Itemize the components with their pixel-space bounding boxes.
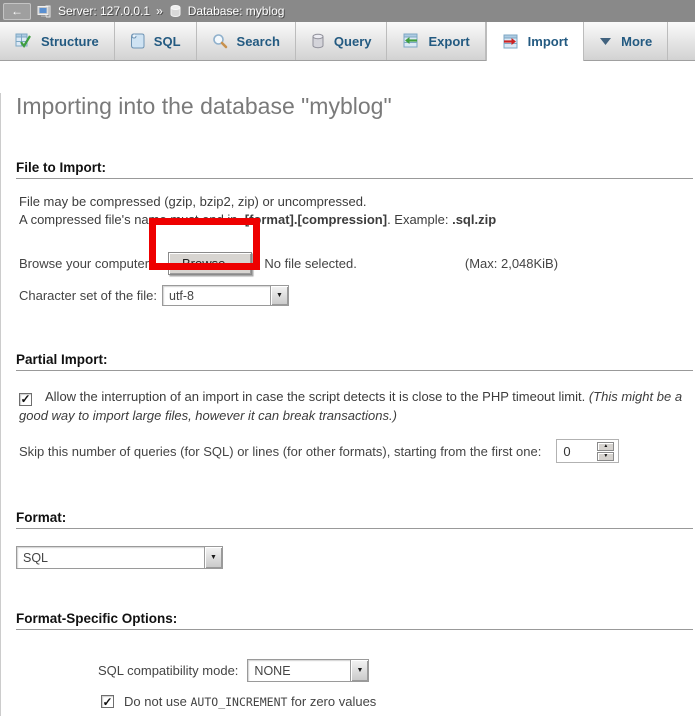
charset-selected-value: utf-8 [163, 286, 270, 305]
browse-row: Browse your computer: Browse… No file se… [19, 250, 693, 276]
allow-interruption-checkbox[interactable]: ✓ [19, 393, 32, 406]
skip-queries-label: Skip this number of queries (for SQL) or… [19, 444, 541, 459]
spinner-up-button[interactable]: ▲ [597, 442, 614, 451]
skip-queries-row: Skip this number of queries (for SQL) or… [19, 438, 693, 464]
allow-interruption-row: ✓ Allow the interruption of an import in … [19, 387, 691, 425]
tab-label: Export [428, 34, 469, 49]
auto-increment-row: ✓ Do not use AUTO_INCREMENT for zero val… [101, 694, 693, 709]
spinner-down-icon: ▼ [603, 454, 608, 459]
import-icon [502, 34, 519, 50]
auto-increment-label: Do not use AUTO_INCREMENT for zero value… [124, 694, 376, 709]
format-selected-value: SQL [17, 547, 204, 568]
tab-more[interactable]: More [584, 22, 668, 60]
section-heading-file-to-import: File to Import: [16, 160, 693, 179]
tab-label: Search [237, 34, 280, 49]
page-title: Importing into the database "myblog" [16, 93, 693, 120]
section-heading-partial-import: Partial Import: [16, 352, 693, 371]
browse-label: Browse your computer: [19, 256, 168, 271]
max-upload-size: (Max: 2,048KiB) [465, 256, 558, 271]
back-arrow-button[interactable]: ← [3, 3, 31, 20]
section-heading-format-specific: Format-Specific Options: [16, 611, 693, 630]
main-content: Importing into the database "myblog" Fil… [0, 93, 695, 716]
sql-compatibility-row: SQL compatibility mode: NONE ▼ [98, 659, 693, 682]
server-icon [37, 4, 52, 19]
tab-bar: Structure SQL Search Query [0, 22, 695, 61]
skip-queries-input[interactable]: 0 ▲ ▼ [556, 439, 619, 463]
search-icon [212, 33, 228, 49]
database-icon [169, 4, 182, 18]
tab-label: Structure [41, 34, 99, 49]
charset-label: Character set of the file: [19, 288, 162, 303]
checkmark-icon: ✓ [102, 696, 112, 708]
breadcrumb-server[interactable]: Server: 127.0.0.1 [58, 4, 150, 18]
format-row: SQL ▼ [16, 546, 693, 569]
tab-structure[interactable]: Structure [0, 22, 115, 60]
compression-info-line1: File may be compressed (gzip, bzip2, zip… [19, 193, 693, 211]
auto-increment-keyword: AUTO_INCREMENT [191, 695, 288, 709]
tab-export[interactable]: Export [387, 22, 485, 60]
auto-increment-checkbox[interactable]: ✓ [101, 695, 114, 708]
breadcrumb-bar: ← Server: 127.0.0.1 » Database: myblog [0, 0, 695, 22]
checkmark-icon: ✓ [20, 393, 30, 405]
tab-label: SQL [154, 34, 181, 49]
spinner-up-icon: ▲ [603, 444, 608, 449]
query-icon [311, 33, 325, 49]
dropdown-arrow-icon[interactable]: ▼ [270, 286, 288, 305]
skip-queries-value: 0 [557, 444, 597, 459]
sql-compatibility-value: NONE [248, 660, 350, 681]
tab-label: Query [334, 34, 372, 49]
tab-query[interactable]: Query [296, 22, 388, 60]
export-icon [402, 33, 419, 49]
tab-label: Import [528, 34, 568, 49]
chevron-down-icon [599, 37, 612, 46]
sql-icon [130, 33, 145, 49]
sql-compatibility-select[interactable]: NONE ▼ [247, 659, 369, 682]
tab-label: More [621, 34, 652, 49]
no-file-selected-text: No file selected. [264, 256, 357, 271]
breadcrumb-database[interactable]: Database: myblog [188, 4, 285, 18]
compression-info-line2: A compressed file's name must end in .[f… [19, 211, 693, 229]
charset-row: Character set of the file: utf-8 ▼ [19, 285, 693, 306]
back-arrow-icon: ← [11, 5, 23, 17]
line2-example-value: .sql.zip [452, 212, 496, 227]
dropdown-arrow-icon[interactable]: ▼ [350, 660, 368, 681]
breadcrumb-separator: » [156, 4, 163, 18]
structure-icon [15, 33, 32, 49]
section-heading-format: Format: [16, 510, 693, 529]
charset-select[interactable]: utf-8 ▼ [162, 285, 289, 306]
format-select[interactable]: SQL ▼ [16, 546, 223, 569]
dropdown-arrow-icon[interactable]: ▼ [204, 547, 222, 568]
sql-compatibility-label: SQL compatibility mode: [98, 663, 238, 678]
line2-text: A compressed file's name must end in [19, 212, 241, 227]
spinner-down-button[interactable]: ▼ [597, 452, 614, 461]
allow-interruption-label: Allow the interruption of an import in c… [45, 389, 589, 404]
spinner-buttons: ▲ ▼ [597, 442, 614, 461]
tab-import[interactable]: Import [486, 22, 584, 61]
tab-search[interactable]: Search [197, 22, 296, 60]
tab-sql[interactable]: SQL [115, 22, 197, 60]
line2-format-pattern: .[format].[compression] [241, 212, 387, 227]
browse-button[interactable]: Browse… [168, 252, 252, 275]
line2-example-label: . Example: [387, 212, 452, 227]
